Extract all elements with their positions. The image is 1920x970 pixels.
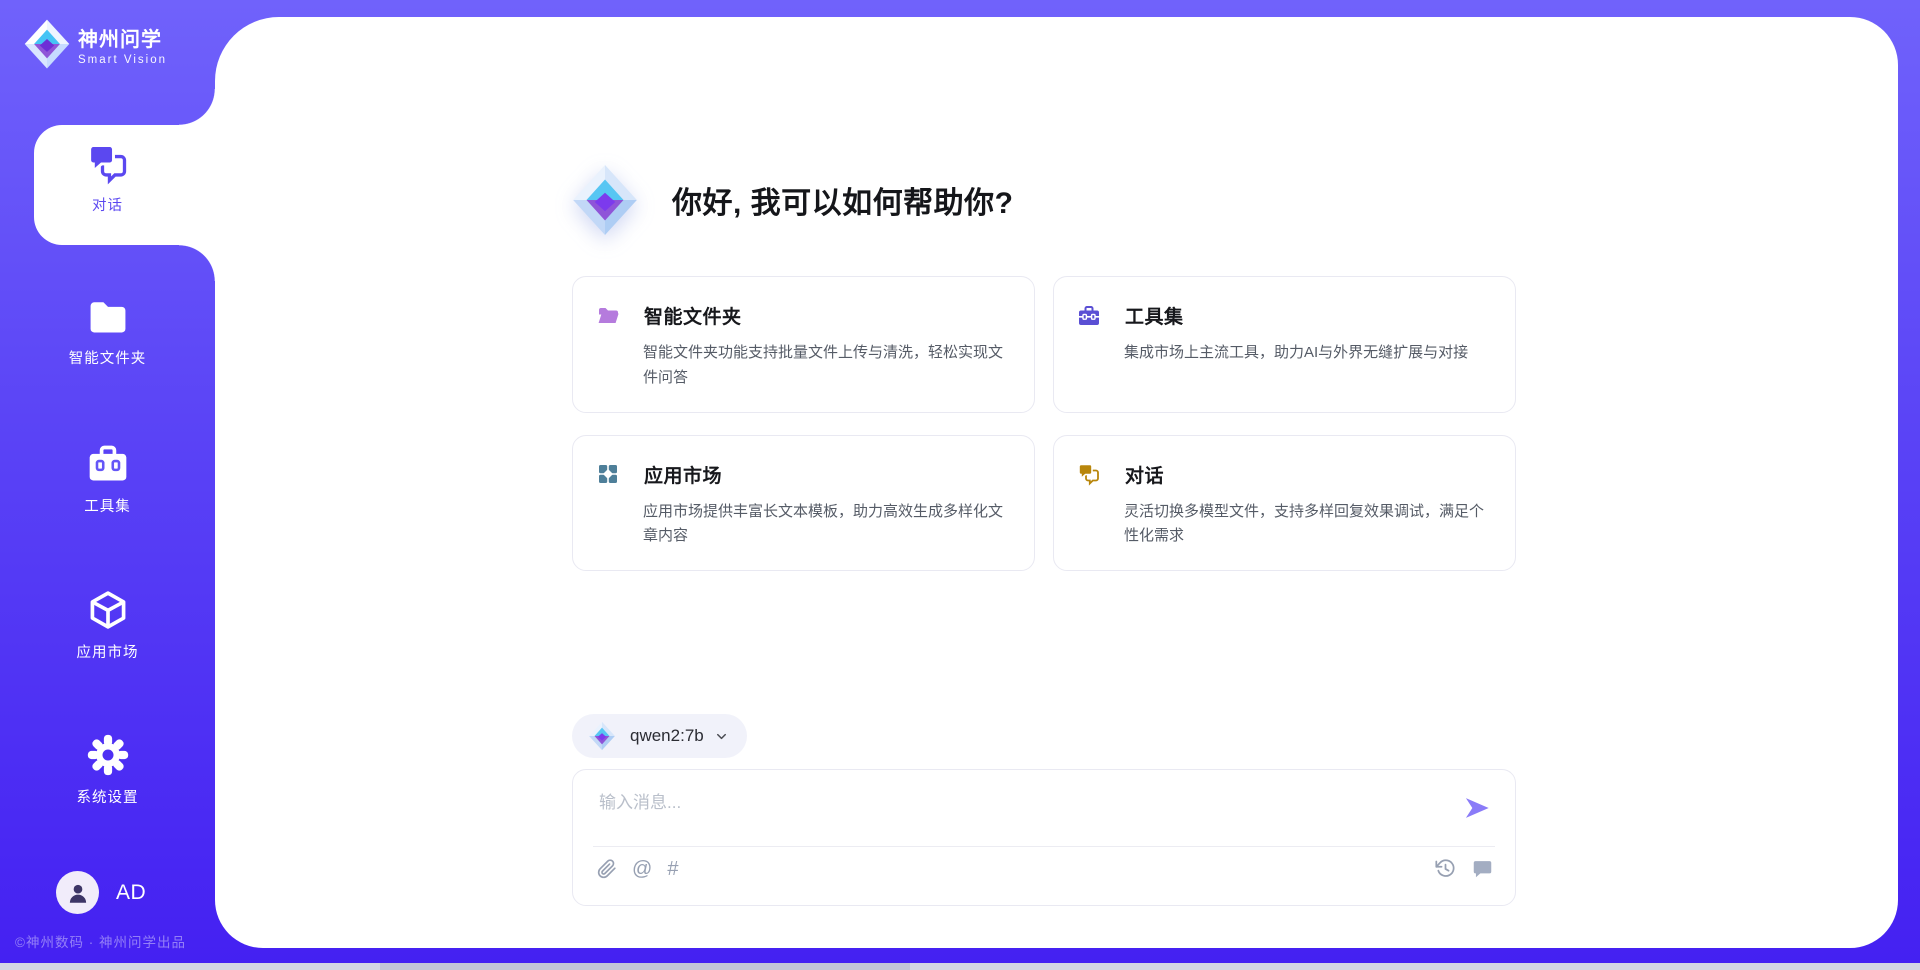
chat-bubbles-icon: [1077, 462, 1101, 486]
history-icon: [1435, 858, 1456, 879]
sidebar-item-label: 对话: [92, 194, 123, 215]
attachment-icon: [597, 858, 617, 880]
sidebar-item-label: 系统设置: [77, 786, 139, 807]
card-title: 应用市场: [644, 461, 722, 488]
model-name: qwen2:7b: [630, 726, 704, 746]
sidebar-item-settings[interactable]: 系统设置: [0, 733, 215, 807]
folder-icon: [86, 294, 130, 338]
sidebar-item-chat[interactable]: 对话: [0, 141, 215, 215]
card-title: 工具集: [1125, 302, 1184, 329]
avatar: [56, 871, 99, 914]
conversation-icon: [1472, 858, 1493, 879]
card-toolset[interactable]: 工具集 集成市场上主流工具，助力AI与外界无缝扩展与对接: [1053, 276, 1516, 413]
card-description: 灵活切换多模型文件，支持多样回复效果调试，满足个性化需求: [1124, 500, 1491, 550]
greeting: 你好, 我可以如何帮助你?: [572, 163, 1014, 237]
app-grid-icon: [596, 462, 620, 486]
card-smart-folder[interactable]: 智能文件夹 智能文件夹功能支持批量文件上传与清洗，轻松实现文件问答: [572, 276, 1035, 413]
message-input[interactable]: [599, 788, 1429, 836]
message-composer: @ #: [572, 769, 1516, 906]
hashtag-button[interactable]: #: [667, 859, 678, 879]
card-description: 集成市场上主流工具，助力AI与外界无缝扩展与对接: [1124, 341, 1491, 366]
card-title: 智能文件夹: [644, 302, 742, 329]
cube-icon: [86, 588, 130, 632]
attachment-button[interactable]: [597, 858, 617, 880]
greeting-title: 你好, 我可以如何帮助你?: [672, 178, 1014, 222]
card-description: 智能文件夹功能支持批量文件上传与清洗，轻松实现文件问答: [643, 341, 1010, 391]
feature-cards: 智能文件夹 智能文件夹功能支持批量文件上传与清洗，轻松实现文件问答 工具集 集成…: [572, 276, 1516, 571]
user-profile[interactable]: AD: [56, 871, 146, 914]
sidebar-item-app-market[interactable]: 应用市场: [0, 588, 215, 662]
model-diamond-icon: [588, 721, 616, 751]
horizontal-scrollbar[interactable]: [0, 963, 1920, 970]
toolbox-icon: [86, 442, 130, 486]
active-tab-fillet-top: [179, 89, 215, 125]
open-folder-icon: [596, 304, 620, 328]
hashtag-icon: #: [667, 859, 678, 879]
card-description: 应用市场提供丰富长文本模板，助力高效生成多样化文章内容: [643, 500, 1010, 550]
sidebar-item-label: 智能文件夹: [69, 347, 147, 368]
card-chat[interactable]: 对话 灵活切换多模型文件，支持多样回复效果调试，满足个性化需求: [1053, 435, 1516, 572]
center-column: 你好, 我可以如何帮助你? 智能文件夹 智能文件夹功能支持批量文件上传与清洗，轻…: [572, 17, 1516, 948]
sidebar-item-label: 应用市场: [77, 641, 139, 662]
toolbox-icon: [1077, 304, 1101, 328]
brand-diamond-icon: [572, 163, 638, 237]
sidebar-item-smart-folder[interactable]: 智能文件夹: [0, 294, 215, 368]
card-title: 对话: [1125, 461, 1164, 488]
send-button[interactable]: [1463, 794, 1491, 822]
sidebar: 神州问学 Smart Vision 对话 智能文件夹 工具集: [0, 0, 215, 970]
sidebar-item-label: 工具集: [84, 495, 131, 516]
chevron-down-icon: [714, 729, 729, 744]
sidebar-item-toolset[interactable]: 工具集: [0, 442, 215, 516]
main-content-panel: 你好, 我可以如何帮助你? 智能文件夹 智能文件夹功能支持批量文件上传与清洗，轻…: [215, 17, 1898, 948]
model-selector[interactable]: qwen2:7b: [572, 714, 747, 758]
card-app-market[interactable]: 应用市场 应用市场提供丰富长文本模板，助力高效生成多样化文章内容: [572, 435, 1035, 572]
conversation-button[interactable]: [1472, 858, 1493, 879]
mention-button[interactable]: @: [632, 859, 652, 879]
mention-icon: @: [632, 859, 652, 879]
gear-icon: [86, 733, 130, 777]
brand-subtitle: Smart Vision: [78, 54, 167, 66]
copyright: ©神州数码 · 神州问学出品: [15, 931, 186, 951]
chat-bubbles-icon: [86, 141, 130, 185]
send-icon: [1463, 794, 1491, 822]
brand: 神州问学 Smart Vision: [24, 18, 167, 70]
active-tab-fillet-bottom: [179, 245, 215, 281]
user-name: AD: [116, 881, 146, 905]
scrollbar-thumb[interactable]: [380, 963, 910, 970]
brand-name: 神州问学: [78, 23, 167, 52]
brand-diamond-icon: [24, 18, 70, 70]
history-button[interactable]: [1435, 858, 1456, 879]
person-icon: [65, 880, 91, 906]
composer-divider: [593, 846, 1495, 847]
